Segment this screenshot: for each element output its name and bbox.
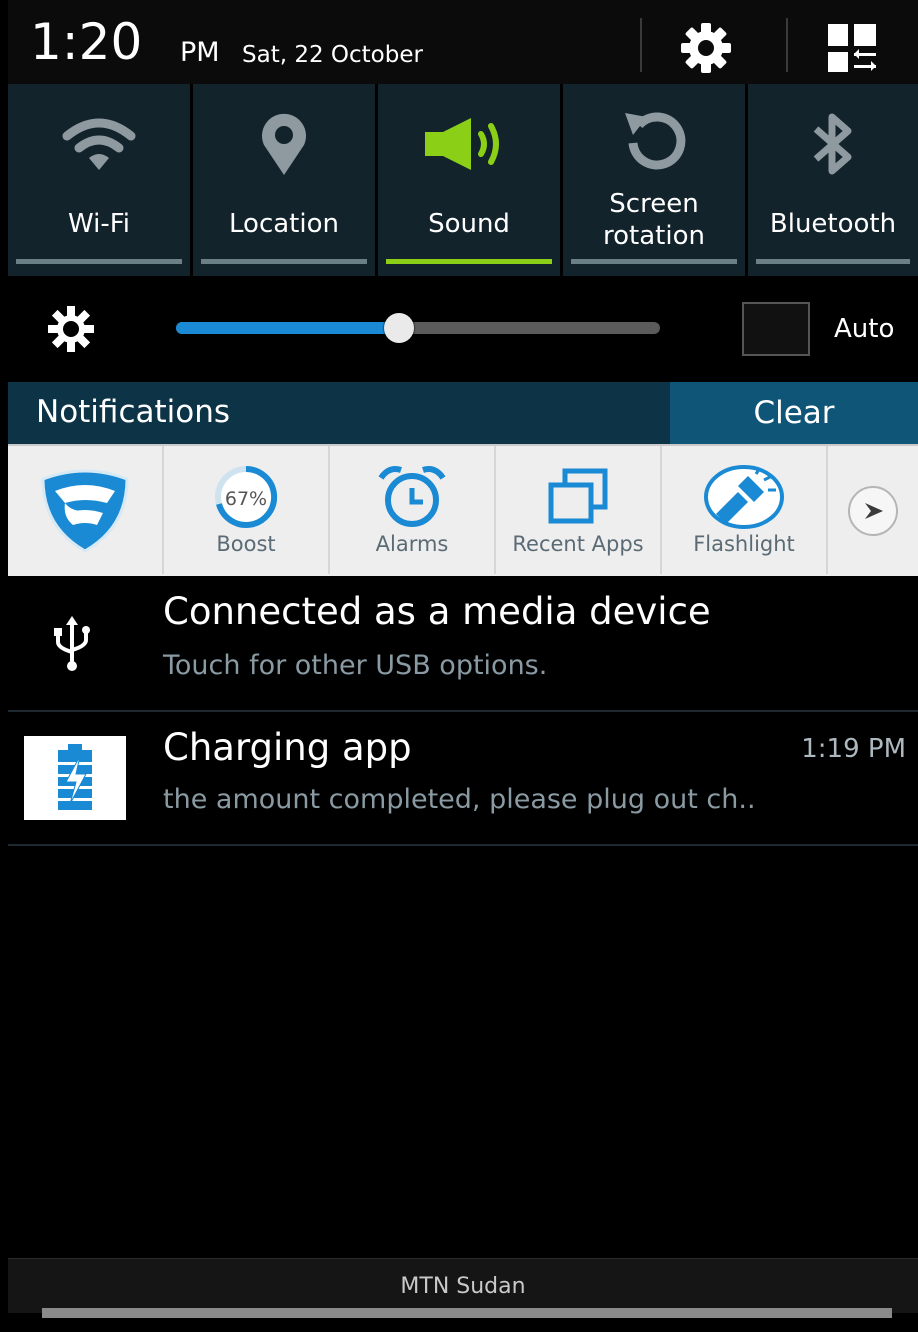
brightness-icon — [48, 306, 94, 352]
clock-ampm: PM — [180, 37, 220, 68]
brightness-thumb[interactable] — [383, 313, 414, 343]
notification-subtitle: the amount completed, please plug out ch… — [163, 784, 756, 815]
notification-shade: 1:20 PM Sat, 22 October Wi-Fi Location S… — [8, 0, 918, 1332]
brightness-fill — [176, 322, 399, 334]
usb-icon — [54, 616, 90, 671]
toggle-label: Bluetooth — [769, 209, 897, 239]
shortcut-recent-apps[interactable]: Recent Apps — [496, 446, 660, 574]
quick-settings-toggles: Wi-Fi Location Sound Screen rotation Blu… — [8, 84, 918, 278]
clear-button[interactable]: Clear — [670, 382, 918, 444]
toggle-state-bar — [16, 259, 182, 264]
shortcut-label: Recent Apps — [512, 532, 644, 556]
toggle-label: Location — [229, 209, 339, 239]
brightness-slider[interactable] — [176, 313, 660, 343]
toggle-state-bar — [571, 259, 737, 264]
divider — [640, 18, 642, 72]
shortcut-label: Flashlight — [693, 532, 795, 556]
shortcut-boost[interactable]: 67% Boost — [164, 446, 328, 574]
toggle-state-bar — [201, 259, 367, 264]
toggle-location[interactable]: Location — [193, 84, 375, 276]
app-icon — [24, 736, 126, 820]
settings-gear-icon[interactable] — [678, 20, 734, 76]
toggle-state-bar — [386, 259, 552, 264]
divider — [8, 844, 918, 846]
battery-charging-icon — [58, 744, 92, 810]
toggle-state-bar — [756, 259, 910, 264]
toggle-label: Wi-Fi — [67, 209, 131, 239]
toggle-screen-rotation[interactable]: Screen rotation — [563, 84, 745, 276]
notification-title: Charging app — [163, 726, 412, 769]
clock-time: 1:20 — [30, 13, 143, 71]
alarm-clock-icon — [378, 466, 446, 527]
divider — [786, 18, 788, 72]
boost-gauge-icon: 67% — [215, 465, 278, 528]
auto-brightness-checkbox[interactable] — [742, 302, 810, 356]
recent-apps-icon — [548, 468, 608, 524]
notification-title: Connected as a media device — [163, 590, 711, 633]
speaker-icon — [425, 118, 499, 170]
notifications-header: Notifications Clear — [8, 382, 918, 444]
date-label: Sat, 22 October — [242, 42, 423, 68]
shortcut-flashlight[interactable]: Flashlight — [662, 446, 826, 574]
notifications-title: Notifications — [36, 394, 231, 430]
shortcut-label: Boost — [216, 532, 276, 556]
shortcut-label: Alarms — [375, 532, 449, 556]
flashlight-icon — [704, 465, 784, 529]
bluetooth-icon — [813, 113, 852, 175]
boost-percent: 67% — [225, 488, 267, 510]
auto-brightness-label: Auto — [834, 314, 895, 344]
wifi-icon — [62, 118, 136, 170]
shield-icon — [41, 469, 129, 553]
carrier-label: MTN Sudan — [8, 1258, 918, 1313]
location-pin-icon — [262, 113, 306, 175]
chevron-right-icon — [848, 486, 898, 536]
toggle-label: Screen rotation — [603, 189, 705, 251]
shortcut-strip: 67% Boost Alarms Recent Apps Flashlight — [8, 444, 918, 578]
toggle-sound[interactable]: Sound — [378, 84, 560, 276]
shortcut-alarms[interactable]: Alarms — [330, 446, 494, 574]
toggle-label: Sound — [428, 209, 510, 239]
shortcut-app-shield[interactable] — [8, 446, 162, 574]
toggle-wifi[interactable]: Wi-Fi — [8, 84, 190, 276]
notification-time: 1:19 PM — [801, 734, 906, 764]
toggle-bluetooth[interactable]: Bluetooth — [748, 84, 918, 276]
notification-usb[interactable]: Connected as a media device Touch for ot… — [8, 576, 918, 710]
toggle-grid-icon[interactable] — [826, 22, 878, 74]
drag-handle[interactable] — [42, 1308, 892, 1318]
notification-subtitle: Touch for other USB options. — [163, 650, 548, 681]
brightness-row: Auto — [8, 278, 918, 382]
notification-charging-app[interactable]: Charging app 1:19 PM the amount complete… — [8, 712, 918, 844]
rotation-icon — [625, 112, 686, 170]
shortcut-more-button[interactable] — [828, 446, 918, 574]
status-header: 1:20 PM Sat, 22 October — [8, 0, 918, 84]
